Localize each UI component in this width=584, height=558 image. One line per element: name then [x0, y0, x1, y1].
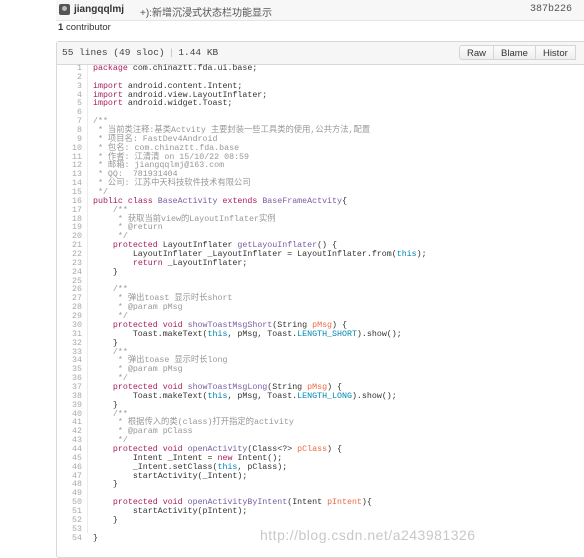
history-button[interactable]: Histor [534, 45, 576, 60]
code-text: Toast.makeText(this, pMsg, Toast.LENGTH_… [93, 329, 402, 339]
contributors-bar: 1 contributor [56, 20, 584, 36]
code-line: 35 * @param pMsg [57, 365, 584, 375]
file-info-separator: | [168, 47, 175, 58]
code-text: } [93, 533, 98, 543]
file-size: 1.44 KB [178, 47, 219, 58]
code-line: 47 startActivity(_Intent); [57, 472, 584, 482]
commit-author-link[interactable]: jiangqqlmj [74, 4, 124, 15]
code-line: 5 import android.widget.Toast; [57, 100, 584, 109]
code-line: 52 } [57, 515, 584, 526]
code-text: * 公司: 江苏中天科技软件技术有限公司 [93, 179, 251, 189]
contributors-link[interactable]: 1 contributor [58, 22, 111, 33]
code-text: package com.chinaztt.fda.ui.base; [93, 64, 258, 73]
code-line: 32 } [57, 339, 584, 349]
code-line: 51 startActivity(pIntent); [57, 507, 584, 517]
line-number[interactable]: 54 [57, 534, 82, 544]
avatar[interactable] [59, 4, 70, 15]
code-text: import android.widget.Toast; [93, 99, 233, 109]
file-line-count: 55 lines (49 sloc) [62, 47, 165, 58]
contributors-count: 1 [58, 22, 64, 33]
commit-message-link[interactable]: +):新增沉浸式状态栏功能显示 [140, 4, 272, 19]
code-line: 48 } [57, 481, 584, 490]
code-listing: 1 package com.chinaztt.fda.ui.base; 2 3 impo… [57, 64, 584, 544]
code-line: 19 * @return [57, 224, 584, 233]
code-line: 28 * @param pMsg [57, 303, 584, 313]
latest-commit-bar: jiangqqlmj +):新增沉浸式状态栏功能显示 387b226 [56, 0, 584, 21]
code-text: public class BaseActivity extends BaseFr… [93, 196, 347, 206]
commit-sha-link[interactable]: 387b226 [530, 4, 572, 15]
watermark: http://blog.csdn.net/a243981326 [260, 527, 476, 543]
file-info: 55 lines (49 sloc) | 1.44 KB [62, 47, 218, 58]
code-text: } [93, 480, 118, 490]
code-text: } [93, 267, 118, 277]
code-line: 24 } [57, 267, 584, 278]
code-line: 31 Toast.makeText(this, pMsg, Toast.LENG… [57, 329, 584, 340]
raw-button[interactable]: Raw [459, 45, 495, 60]
code-text: Toast.makeText(this, pMsg, Toast.LENGTH_… [93, 391, 397, 401]
file-header: 55 lines (49 sloc) | 1.44 KB Raw Blame His… [57, 42, 584, 65]
code-line: 25 [57, 277, 584, 287]
code-text: } [93, 515, 118, 525]
code-line: 42 * @param pClass [57, 427, 584, 437]
blame-button[interactable]: Blame [493, 45, 536, 60]
code-line: 23 return _LayoutInflater; [57, 259, 584, 269]
code-line: 38 Toast.makeText(this, pMsg, Toast.LENG… [57, 391, 584, 402]
code-line: 16 public class BaseActivity extends Base… [57, 196, 584, 207]
file-actions: Raw Blame Histor [459, 45, 576, 60]
contributors-label: contributor [65, 22, 111, 33]
code-line: 1 package com.chinaztt.fda.ui.base; [57, 64, 584, 74]
code-line: 6 [57, 108, 584, 118]
code-line: 14 * 公司: 江苏中天科技软件技术有限公司 [57, 179, 584, 189]
file-viewer: 55 lines (49 sloc) | 1.44 KB Raw Blame His… [56, 41, 584, 558]
code-line: 39 } [57, 401, 584, 411]
